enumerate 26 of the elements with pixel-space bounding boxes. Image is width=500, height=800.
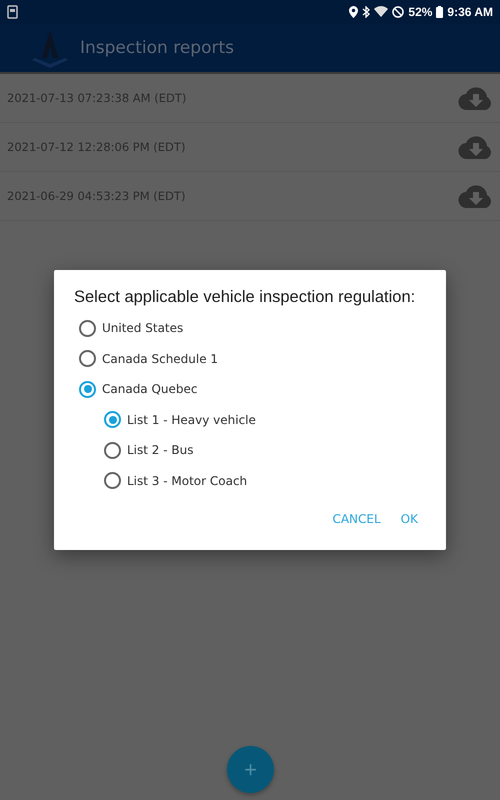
- radio-button[interactable]: [104, 442, 121, 459]
- option-label[interactable]: United States: [102, 321, 184, 336]
- bluetooth-icon: [362, 6, 370, 18]
- screenshot-icon: [7, 5, 19, 19]
- battery-percentage: 52%: [408, 5, 432, 19]
- logo-icon: [30, 28, 70, 68]
- radio-button[interactable]: [104, 472, 121, 490]
- radio-button[interactable]: [79, 320, 96, 337]
- do-not-disturb-icon: [392, 6, 404, 18]
- dialog-title: Select applicable vehicle inspection regulation:: [74, 288, 416, 307]
- option-label[interactable]: List 2 - Bus: [127, 443, 194, 458]
- wifi-icon: [374, 6, 388, 18]
- radio-button[interactable]: [79, 350, 96, 368]
- location-icon: [349, 6, 358, 18]
- option-label[interactable]: Canada Quebec: [102, 382, 198, 396]
- cloud-download-icon[interactable]: [458, 85, 494, 111]
- option-label[interactable]: Canada Schedule 1: [102, 352, 218, 366]
- cloud-download-icon[interactable]: [458, 183, 494, 209]
- radio-button[interactable]: [79, 380, 96, 398]
- battery-icon: [436, 6, 444, 18]
- cloud-download-icon[interactable]: [458, 134, 494, 160]
- option-label[interactable]: List 1 - Heavy vehicle: [127, 412, 256, 427]
- clock: 9:36 AM: [447, 5, 493, 19]
- option-label[interactable]: List 3 - Motor Coach: [127, 474, 248, 488]
- screen-title: Inspection reports: [80, 38, 234, 58]
- radio-button[interactable]: [104, 411, 121, 428]
